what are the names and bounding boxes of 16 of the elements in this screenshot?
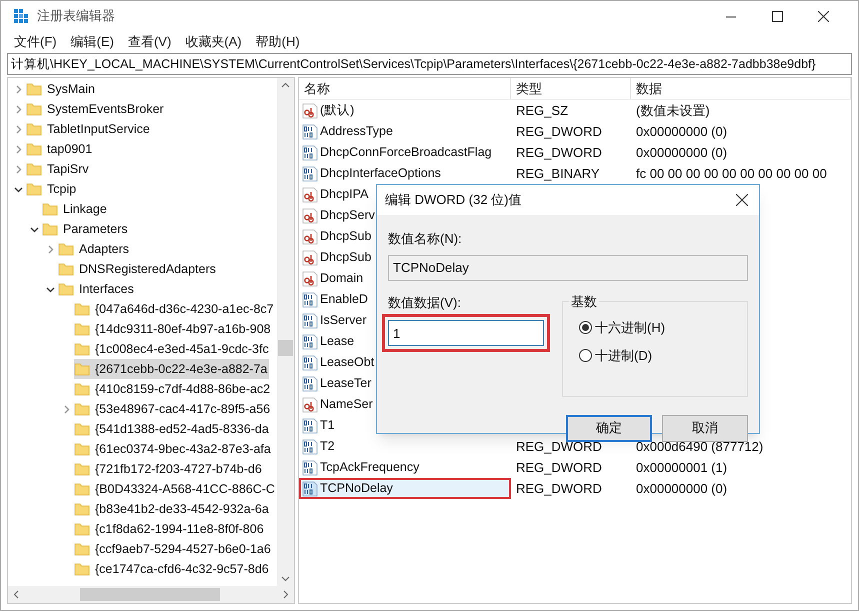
type-cell-text: REG_DWORD (515, 458, 603, 477)
type-cell-text: REG_DWORD (515, 144, 603, 162)
type-cell-text: REG_DWORD (515, 480, 603, 498)
type-cell-text: REG_SZ (515, 102, 570, 120)
data-cell-text: 0x00000000 (0) (635, 480, 728, 498)
window-title: 注册表编辑器 (37, 7, 115, 26)
type-cell-text: REG_DWORD (515, 122, 603, 141)
data-cell-text: (数值未设置) (635, 102, 711, 120)
data-cell-text: fc 00 00 00 00 00 00 00 00 00 00 (635, 164, 828, 183)
field-label: 数值名称(N): (388, 230, 463, 248)
dialog-title: 编辑 DWORD (32 位)值 (385, 191, 522, 210)
data-cell-text: 0x00000000 (0) (635, 122, 728, 141)
data-cell-text: 0x00000000 (0) (635, 144, 728, 162)
type-cell-text: REG_BINARY (515, 164, 601, 183)
field-label: 数值数据(V): (388, 294, 462, 312)
data-cell-text: 0x00000001 (1) (635, 458, 728, 477)
